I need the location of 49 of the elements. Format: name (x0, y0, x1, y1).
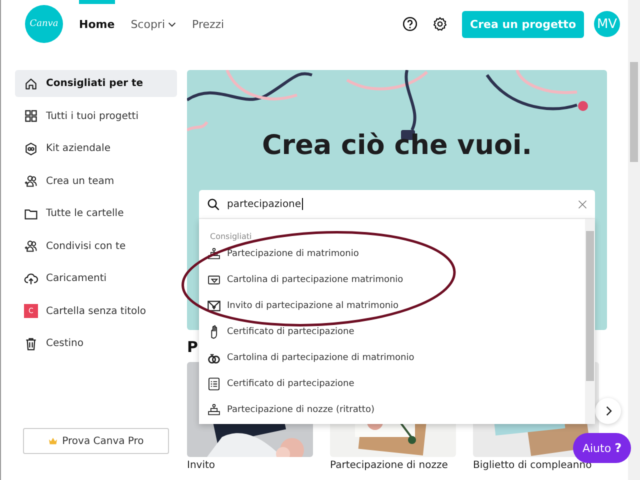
add-people-icon (24, 239, 38, 253)
brand-kit-icon (24, 142, 38, 156)
sidebar-item[interactable]: Tutti i tuoi progetti (15, 102, 177, 130)
nav-link[interactable]: Scopri (130, 0, 176, 48)
nav-link[interactable]: Home (79, 0, 115, 48)
grid-icon (24, 109, 38, 123)
page-scrollbar[interactable] (628, 0, 640, 480)
suggestion-item[interactable]: Partecipazione di nozze (ritratto) (207, 397, 585, 423)
list-icon (207, 377, 221, 391)
card-title: Biglietto di compleanno (473, 460, 593, 471)
cake-icon (207, 247, 221, 261)
trash-icon (24, 336, 38, 350)
nav-link[interactable]: Prezzi (192, 0, 224, 48)
search-field[interactable]: partecipazione (199, 190, 595, 219)
home-icon (24, 76, 38, 90)
sidebar-item[interactable]: Tutte le cartelle (15, 200, 177, 227)
card-icon (207, 273, 221, 287)
card-title: Partecipazione di nozze (330, 460, 449, 471)
chevron-right-icon (604, 406, 612, 416)
suggestion-item[interactable]: Partecipazione di matrimonio (207, 241, 585, 267)
suggestions-heading: Consigliati (209, 231, 253, 241)
cloud-upload-icon (24, 272, 38, 286)
sidebar-item[interactable]: Crea un team (15, 168, 177, 194)
sidebar-item[interactable]: Kit aziendale (15, 135, 177, 162)
add-people-icon (24, 174, 38, 188)
suggestion-item[interactable]: Invito di partecipazione al matrimonio (207, 293, 585, 319)
suggestion-item[interactable]: Certificato di partecipazione (207, 319, 585, 345)
sidebar-item[interactable]: Cestino (15, 330, 177, 357)
hero-title: Crea ciò che vuoi. (262, 130, 532, 163)
try-pro-button[interactable]: Prova Canva Pro (23, 428, 169, 454)
dropdown-scrollbar[interactable] (585, 219, 595, 424)
crown-icon (48, 437, 58, 445)
section-heading: P (187, 338, 198, 358)
envelope-icon (207, 299, 221, 313)
folder-icon (24, 206, 38, 220)
suggestion-item[interactable]: Cartolina di partecipazione di matrimonio (207, 345, 585, 371)
suggestion-item[interactable]: Certificato di partecipazione (207, 371, 585, 397)
card-title: Invito (187, 460, 216, 471)
sidebar-item[interactable]: Consigliati per te (15, 70, 177, 97)
suggestion-item[interactable]: Cartolina di partecipazione matrimonio (207, 267, 585, 293)
search-icon (207, 198, 220, 210)
help-icon[interactable] (402, 16, 418, 32)
cake-icon (207, 403, 221, 417)
sidebar-item[interactable]: Caricamenti (15, 265, 177, 292)
close-icon[interactable] (578, 200, 587, 208)
settings-icon[interactable] (432, 16, 448, 32)
help-button[interactable]: Aiuto ? (573, 433, 631, 463)
rings-icon (207, 351, 221, 365)
sidebar-item[interactable]: Condivisi con te (15, 232, 177, 260)
